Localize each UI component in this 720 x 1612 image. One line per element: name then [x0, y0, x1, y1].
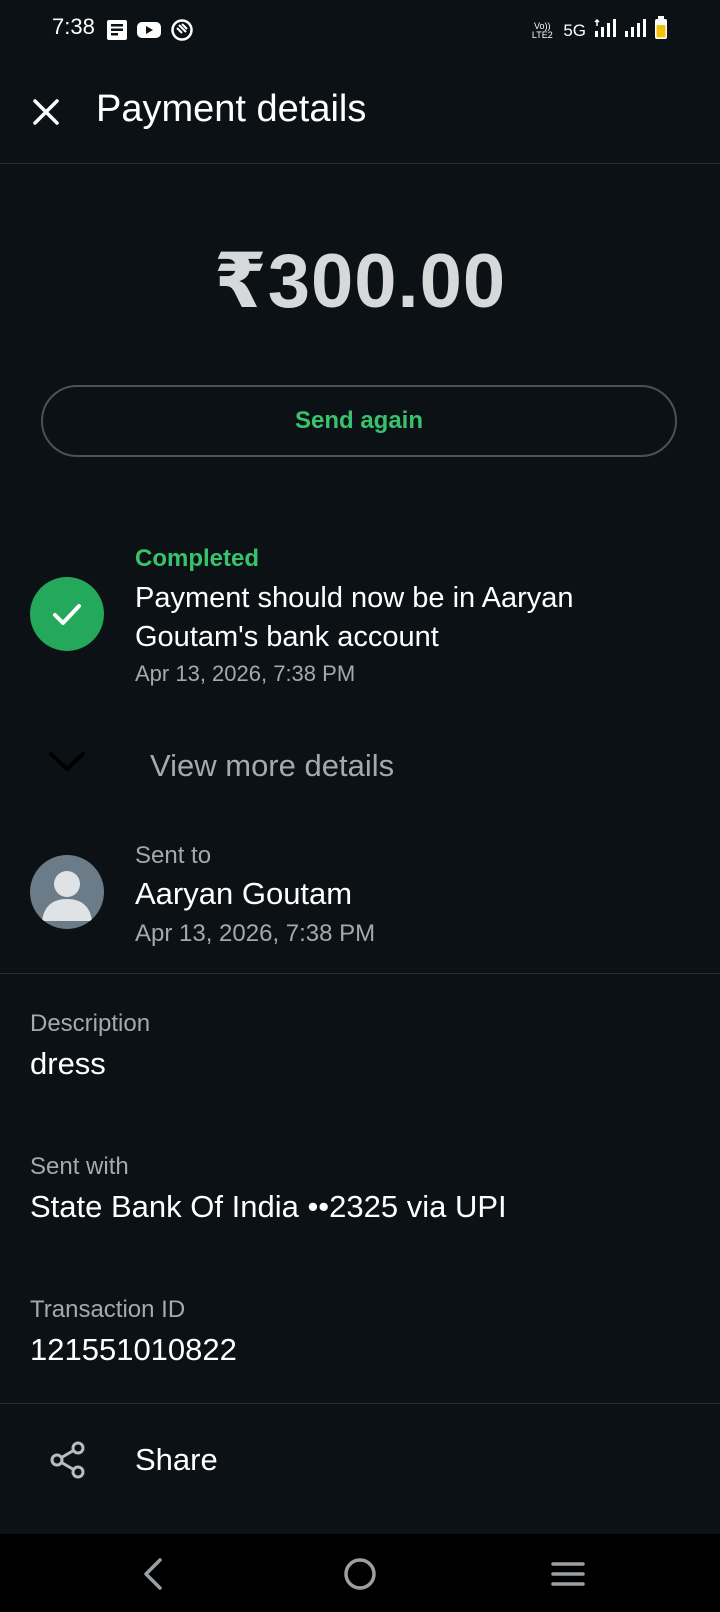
back-button[interactable]	[134, 1554, 174, 1594]
signal-icon-2	[624, 18, 646, 43]
recipient-name: Aaryan Goutam	[135, 876, 353, 911]
description-label: Description	[30, 1010, 151, 1037]
view-more-details-button[interactable]: View more details	[0, 740, 720, 794]
details-divider	[0, 1403, 720, 1404]
close-button[interactable]	[28, 94, 64, 130]
home-icon	[344, 1558, 376, 1590]
share-label: Share	[135, 1442, 218, 1477]
share-button[interactable]: Share	[0, 1422, 720, 1496]
volte-label: Vo)) LTE2	[531, 20, 553, 40]
recipient-date: Apr 13, 2026, 7:38 PM	[135, 920, 376, 947]
chevron-down-icon	[48, 750, 86, 779]
payment-amount: ₹300.00	[213, 239, 507, 324]
back-icon	[144, 1558, 162, 1590]
sent-with-value: State Bank Of India ••2325 via UPI	[30, 1189, 507, 1224]
status-right-icons: Vo)) LTE2 5G	[529, 16, 668, 45]
youtube-icon	[136, 19, 162, 46]
sent-with-label: Sent with	[30, 1153, 129, 1180]
status-bar: 7:38 Vo)) LTE2 5G	[0, 0, 720, 60]
recipient-divider	[0, 973, 720, 974]
status-left-icons	[106, 18, 194, 47]
network-label: 5G	[563, 20, 586, 40]
send-again-button[interactable]: Send again	[41, 385, 677, 457]
share-icon	[48, 1440, 88, 1485]
sent-with-section: Sent with State Bank Of India ••2325 via…	[30, 1153, 690, 1225]
transaction-id-value: 121551010822	[30, 1332, 237, 1367]
shield-icon	[170, 18, 194, 47]
status-date: Apr 13, 2026, 7:38 PM	[135, 661, 356, 686]
transaction-section: Transaction ID 121551010822	[30, 1296, 690, 1368]
close-icon	[33, 99, 59, 125]
page-title: Payment details	[96, 88, 367, 130]
status-time: 7:38	[52, 14, 95, 39]
status-message: Payment should now be in Aaryan Goutam's…	[135, 582, 574, 653]
notes-icon	[106, 19, 128, 46]
description-value: dress	[30, 1046, 106, 1081]
battery-icon	[654, 16, 668, 45]
description-section: Description dress	[30, 1010, 690, 1082]
signal-icon-1	[594, 18, 616, 43]
header-divider	[0, 163, 720, 164]
transaction-id-label: Transaction ID	[30, 1296, 186, 1323]
person-icon	[42, 871, 92, 921]
menu-icon	[551, 1562, 585, 1586]
menu-button[interactable]	[548, 1554, 588, 1594]
sent-to-label: Sent to	[135, 842, 212, 869]
status-label: Completed	[135, 545, 260, 572]
home-button[interactable]	[340, 1554, 380, 1594]
check-icon	[30, 577, 104, 651]
header: Payment details	[0, 78, 720, 162]
avatar	[30, 855, 104, 929]
navigation-bar	[0, 1534, 720, 1612]
view-more-details-label: View more details	[150, 748, 395, 783]
